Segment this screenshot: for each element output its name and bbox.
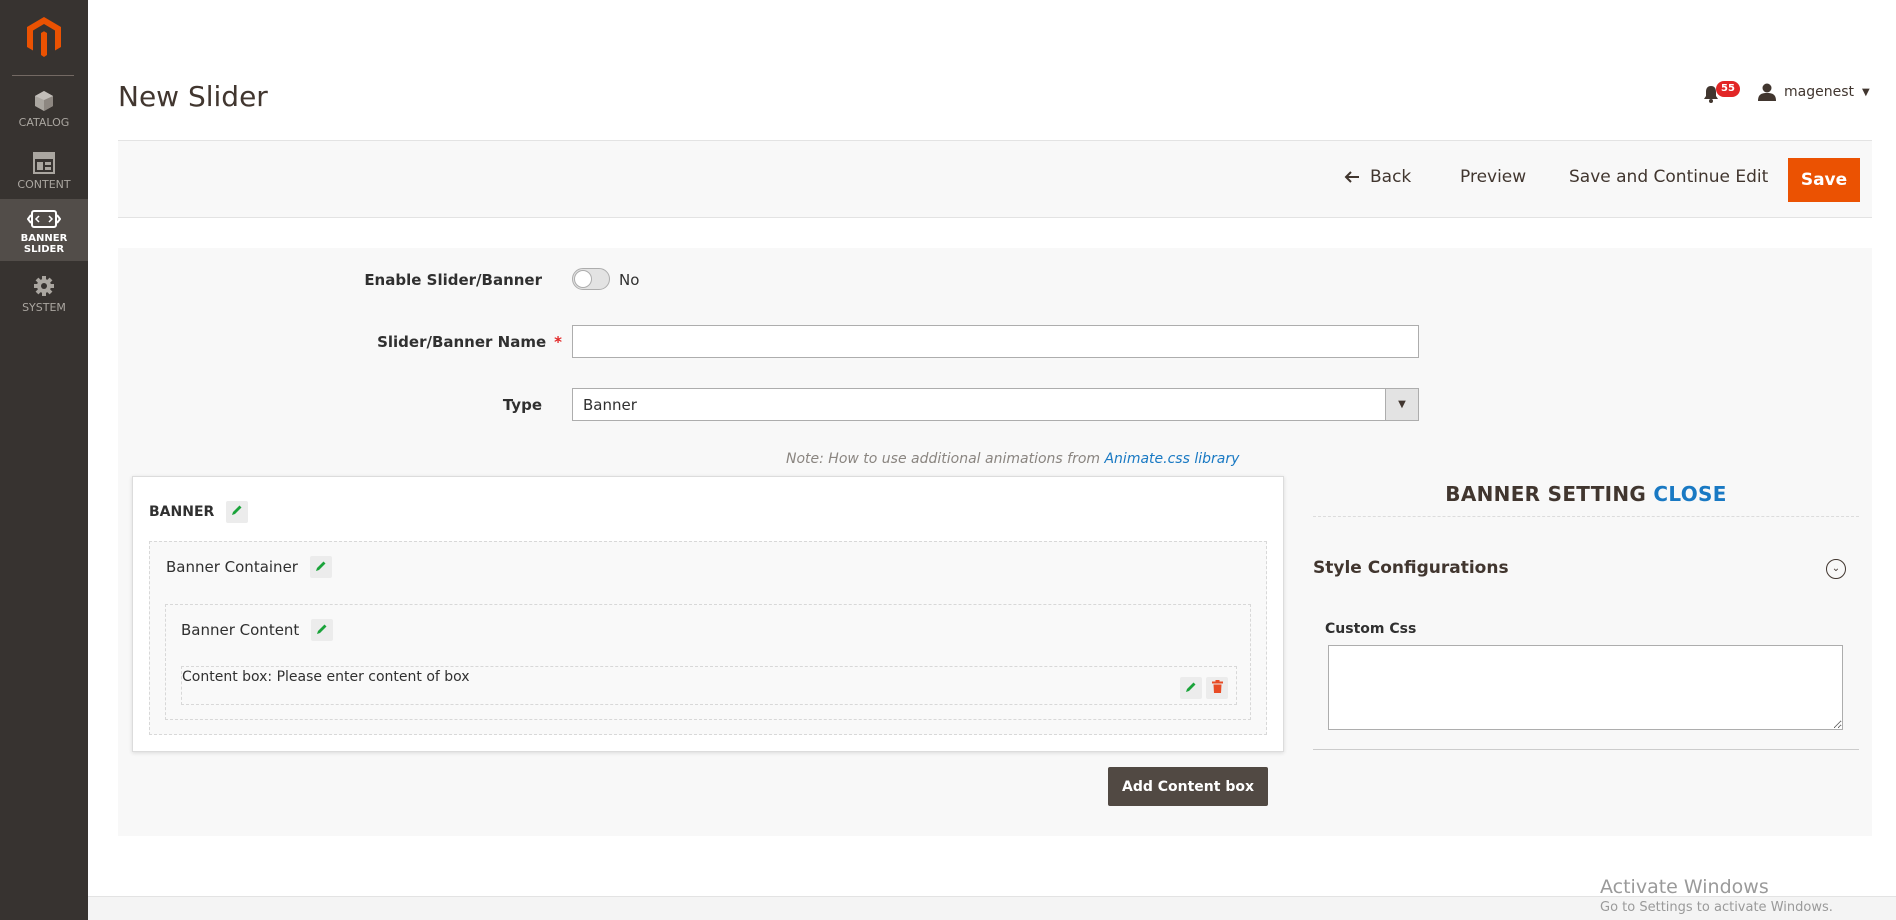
page-title: New Slider [118,80,268,113]
toggle-knob [574,270,592,288]
content-box-text: Content box: Please enter content of box [182,669,470,685]
back-button-label: Back [1370,167,1412,187]
enable-slider-value: No [619,271,640,289]
admin-sidebar: CATALOG CONTENT BANNER SLIDER SYSTEM [0,0,88,920]
watermark-subtitle: Go to Settings to activate Windows. [1600,900,1833,915]
type-select-value: Banner [583,396,637,414]
edit-banner-pencil-icon[interactable] [226,501,249,523]
save-and-continue-button[interactable]: Save and Continue Edit [1569,167,1768,187]
sidebar-item-label: CATALOG [18,116,70,129]
sidebar-item-catalog[interactable]: CATALOG [0,80,88,140]
edit-container-pencil-icon[interactable] [309,556,332,578]
magento-logo-icon[interactable] [24,16,64,58]
sidebar-item-label: CONTENT [17,178,71,191]
custom-css-label: Custom Css [1325,621,1417,637]
animation-note-text: Note: How to use additional animations f… [786,451,1105,467]
sidebar-item-system[interactable]: SYSTEM [0,265,88,325]
slider-name-label-text: Slider/Banner Name [377,333,547,351]
type-label: Type [502,396,542,414]
sidebar-item-banner-slider[interactable]: BANNER SLIDER [0,199,88,261]
banner-setting-close-link[interactable]: CLOSE [1653,482,1726,506]
back-button[interactable]: Back [1344,167,1411,187]
animate-css-link[interactable]: Animate.css library [1104,451,1239,467]
banner-content: Banner Content Content box: Please enter… [165,604,1251,720]
watermark-title: Activate Windows [1600,876,1769,898]
delete-content-box-trash-icon[interactable] [1206,677,1228,699]
username: magenest [1784,84,1854,100]
chevron-down-icon: ▼ [1862,86,1870,98]
sidebar-divider [12,75,74,76]
edit-content-box-pencil-icon[interactable] [1180,677,1202,699]
banner-editor: BANNER Banner Container Banner Content C… [132,476,1284,752]
windows-activation-watermark: Activate Windows Go to Settings to activ… [1600,876,1833,915]
type-select[interactable]: Banner ▼ [572,388,1419,421]
banner-container-title-text: Banner Container [166,558,298,576]
gear-icon [34,276,54,296]
preview-button[interactable]: Preview [1460,167,1526,187]
chevron-down-icon[interactable]: ▼ [1385,389,1418,420]
add-content-box-button[interactable]: Add Content box [1108,767,1268,806]
slider-name-label: Slider/Banner Name * [330,333,562,351]
settings-divider-bottom [1313,749,1859,750]
sidebar-item-content[interactable]: CONTENT [0,142,88,202]
banner-content-title: Banner Content [181,619,334,641]
save-button[interactable]: Save [1788,158,1860,202]
slider-icon [27,210,61,228]
required-marker: * [554,333,562,351]
banner-setting-title: BANNER SETTING [1445,482,1647,506]
enable-slider-label: Enable Slider/Banner [364,271,542,289]
cube-icon [35,91,53,111]
animation-note: Note: How to use additional animations f… [786,451,1239,467]
arrow-left-icon [1344,171,1359,183]
banner-setting-heading: BANNER SETTING CLOSE [1313,482,1859,506]
enable-slider-toggle[interactable] [572,268,610,290]
content-box-item[interactable]: Content box: Please enter content of box [181,666,1237,705]
edit-content-pencil-icon[interactable] [311,619,334,641]
page-actions-bar: Back Preview Save and Continue Edit Save [118,140,1872,218]
user-account-menu[interactable]: magenest ▼ [1758,83,1870,101]
notifications-count-badge[interactable]: 55 [1716,81,1740,97]
settings-divider [1313,516,1859,517]
sidebar-item-label: BANNER SLIDER [20,233,68,255]
slider-name-input[interactable] [572,325,1419,358]
custom-css-textarea[interactable] [1328,645,1843,730]
collapse-chevron-icon[interactable]: ⌄ [1826,559,1846,579]
sidebar-item-label: SYSTEM [22,301,66,314]
banner-container-title: Banner Container [166,556,332,578]
layout-icon [33,152,55,174]
banner-title-text: BANNER [149,504,215,520]
banner-content-title-text: Banner Content [181,621,300,639]
banner-title: BANNER [149,501,249,523]
banner-container: Banner Container Banner Content Content … [149,541,1267,735]
user-icon [1758,83,1776,101]
style-configurations-title[interactable]: Style Configurations [1313,558,1509,578]
